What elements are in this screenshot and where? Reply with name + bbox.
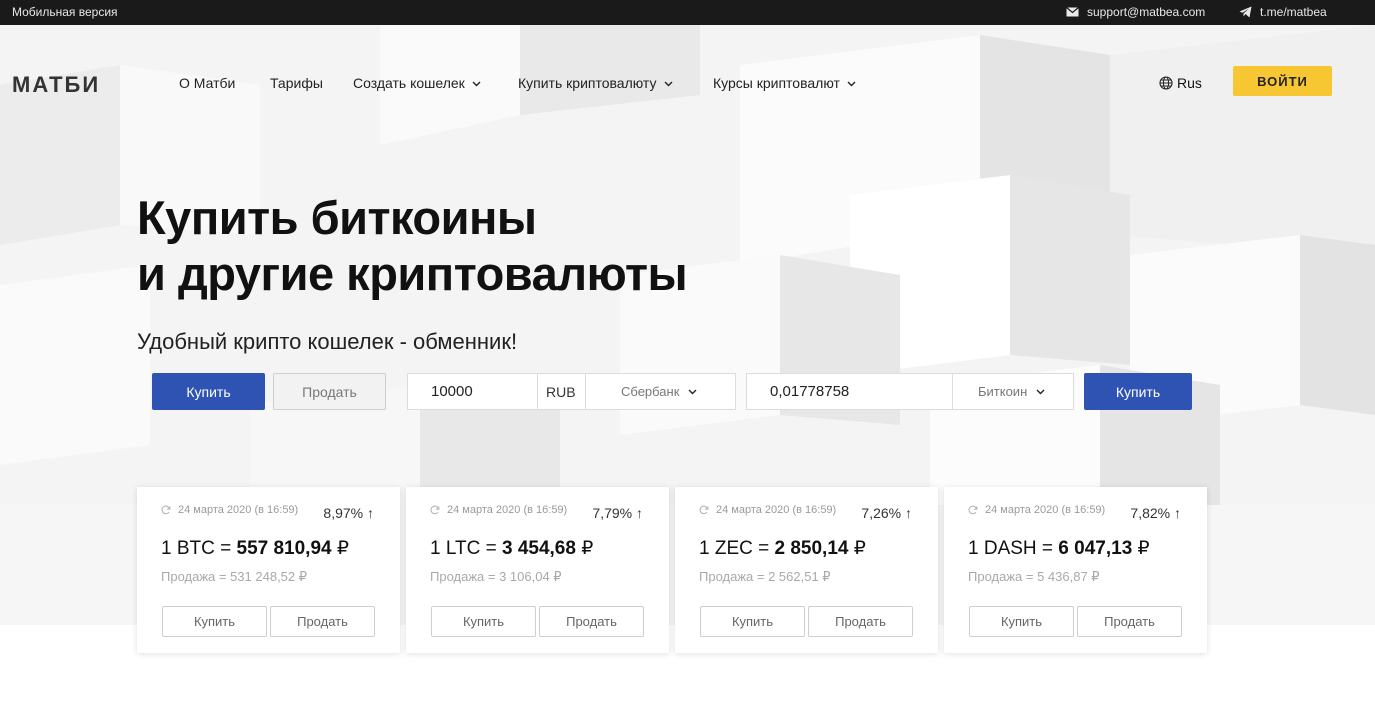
buy-price: 1 BTC = 557 810,94 ₽ (161, 537, 349, 560)
title-line-1: Купить биткоины (137, 191, 537, 244)
fiat-amount-input[interactable]: 10000 (431, 374, 473, 409)
logo[interactable]: МАТБИ (12, 72, 100, 98)
support-email: support@matbea.com (1087, 5, 1206, 19)
price-value: 557 810,94 (236, 538, 332, 559)
timestamp-text: 24 марта 2020 (в 16:59) (985, 504, 1106, 516)
sell-price: Продажа = 3 106,04 ₽ (430, 569, 562, 584)
price-change: 7,26% ↑ (861, 505, 912, 521)
timestamp-text: 24 марта 2020 (в 16:59) (178, 504, 299, 516)
nav-item-crypto-rates[interactable]: Курсы криптовалют (713, 75, 857, 91)
top-bar: Мобильная версия support@matbea.com t.me… (0, 0, 1375, 25)
price-value: 3 454,68 (501, 538, 576, 559)
pair-prefix: 1 LTC = (430, 538, 502, 559)
ruble-sign: ₽ (581, 538, 594, 559)
price-value: 6 047,13 (1058, 538, 1133, 559)
nav-item-about[interactable]: О Матби (179, 75, 235, 91)
refresh-icon (968, 505, 978, 515)
sell-price: Продажа = 2 562,51 ₽ (699, 569, 831, 584)
refresh-icon (699, 505, 709, 515)
crypto-amount-group: 0,01778758 Биткоин (746, 373, 1074, 410)
rate-card-zec: 24 марта 2020 (в 16:59) 7,26% ↑ 1 ZEC = … (675, 487, 938, 653)
chevron-down-icon (472, 81, 481, 86)
divider (585, 374, 586, 409)
pair-prefix: 1 DASH = (968, 538, 1059, 559)
price-change: 8,97% ↑ (323, 505, 374, 521)
login-button[interactable]: ВОЙТИ (1233, 66, 1332, 96)
card-timestamp: 24 марта 2020 (в 16:59) (968, 504, 1105, 516)
chevron-down-icon (664, 81, 673, 86)
price-change: 7,79% ↑ (592, 505, 643, 521)
language-selector[interactable]: Rus (1159, 75, 1202, 91)
ruble-sign: ₽ (336, 538, 349, 559)
title-line-2: и другие криптовалюты (137, 247, 688, 300)
card-buy-button[interactable]: Купить (700, 606, 805, 637)
nav-item-label: Тарифы (270, 75, 323, 91)
price-value: 2 850,14 (774, 538, 849, 559)
pair-prefix: 1 BTC = (161, 538, 237, 559)
buy-submit-button[interactable]: Купить (1084, 373, 1192, 410)
fiat-currency-label: RUB (546, 383, 576, 400)
card-timestamp: 24 марта 2020 (в 16:59) (161, 504, 298, 516)
card-buy-button[interactable]: Купить (969, 606, 1074, 637)
card-buy-button[interactable]: Купить (431, 606, 536, 637)
chevron-down-icon (847, 81, 856, 86)
rate-card-ltc: 24 марта 2020 (в 16:59) 7,79% ↑ 1 LTC = … (406, 487, 669, 653)
buy-tab-button[interactable]: Купить (152, 373, 265, 410)
timestamp-text: 24 марта 2020 (в 16:59) (716, 504, 837, 516)
buy-price: 1 LTC = 3 454,68 ₽ (430, 537, 593, 560)
payment-method-select[interactable]: Сбербанк (621, 374, 698, 409)
support-email-link[interactable]: support@matbea.com (1066, 5, 1205, 19)
fiat-amount-group: 10000 RUB Сбербанк (407, 373, 736, 410)
price-change: 7,82% ↑ (1130, 505, 1181, 521)
crypto-select-label: Биткоин (978, 384, 1028, 399)
sell-price: Продажа = 5 436,87 ₽ (968, 569, 1100, 584)
mobile-version-link[interactable]: Мобильная версия (12, 5, 118, 19)
buy-price: 1 DASH = 6 047,13 ₽ (968, 537, 1150, 560)
card-timestamp: 24 марта 2020 (в 16:59) (699, 504, 836, 516)
telegram-icon (1239, 6, 1252, 18)
card-sell-button[interactable]: Продать (270, 606, 375, 637)
nav-item-buy-crypto[interactable]: Купить криптовалюту (518, 75, 674, 91)
globe-icon (1159, 76, 1173, 90)
nav-item-create-wallet[interactable]: Создать кошелек (353, 75, 482, 91)
refresh-icon (430, 505, 440, 515)
card-sell-button[interactable]: Продать (808, 606, 913, 637)
telegram-link[interactable]: t.me/matbea (1239, 5, 1327, 19)
sell-price: Продажа = 531 248,52 ₽ (161, 569, 308, 584)
page-title: Купить биткоины и другие криптовалюты (137, 190, 688, 302)
card-sell-button[interactable]: Продать (1077, 606, 1182, 637)
nav-item-tariffs[interactable]: Тарифы (270, 75, 323, 91)
page-subtitle: Удобный крипто кошелек - обменник! (137, 329, 518, 354)
refresh-icon (161, 505, 171, 515)
chevron-down-icon (688, 389, 697, 395)
nav-item-label: Купить криптовалюту (518, 75, 657, 91)
card-buy-button[interactable]: Купить (162, 606, 267, 637)
timestamp-text: 24 марта 2020 (в 16:59) (447, 504, 568, 516)
card-sell-button[interactable]: Продать (539, 606, 644, 637)
nav-item-label: О Матби (179, 75, 236, 91)
nav-item-label: Создать кошелек (353, 75, 465, 91)
mail-icon (1066, 7, 1079, 17)
crypto-amount-input[interactable]: 0,01778758 (770, 374, 849, 409)
buy-price: 1 ZEC = 2 850,14 ₽ (699, 537, 866, 560)
ruble-sign: ₽ (853, 538, 866, 559)
sell-tab-button[interactable]: Продать (273, 373, 386, 410)
rate-card-dash: 24 марта 2020 (в 16:59) 7,82% ↑ 1 DASH =… (944, 487, 1207, 653)
divider (537, 374, 538, 409)
telegram-handle: t.me/matbea (1260, 5, 1327, 19)
payment-method-label: Сбербанк (621, 384, 680, 399)
crypto-select[interactable]: Биткоин (978, 374, 1046, 409)
ruble-sign: ₽ (1137, 538, 1150, 559)
chevron-down-icon (1036, 389, 1045, 395)
nav-item-label: Курсы криптовалют (713, 75, 840, 91)
card-timestamp: 24 марта 2020 (в 16:59) (430, 504, 567, 516)
rate-card-btc: 24 марта 2020 (в 16:59) 8,97% ↑ 1 BTC = … (137, 487, 400, 653)
language-label: Rus (1177, 75, 1202, 91)
pair-prefix: 1 ZEC = (699, 538, 775, 559)
divider (952, 374, 953, 409)
